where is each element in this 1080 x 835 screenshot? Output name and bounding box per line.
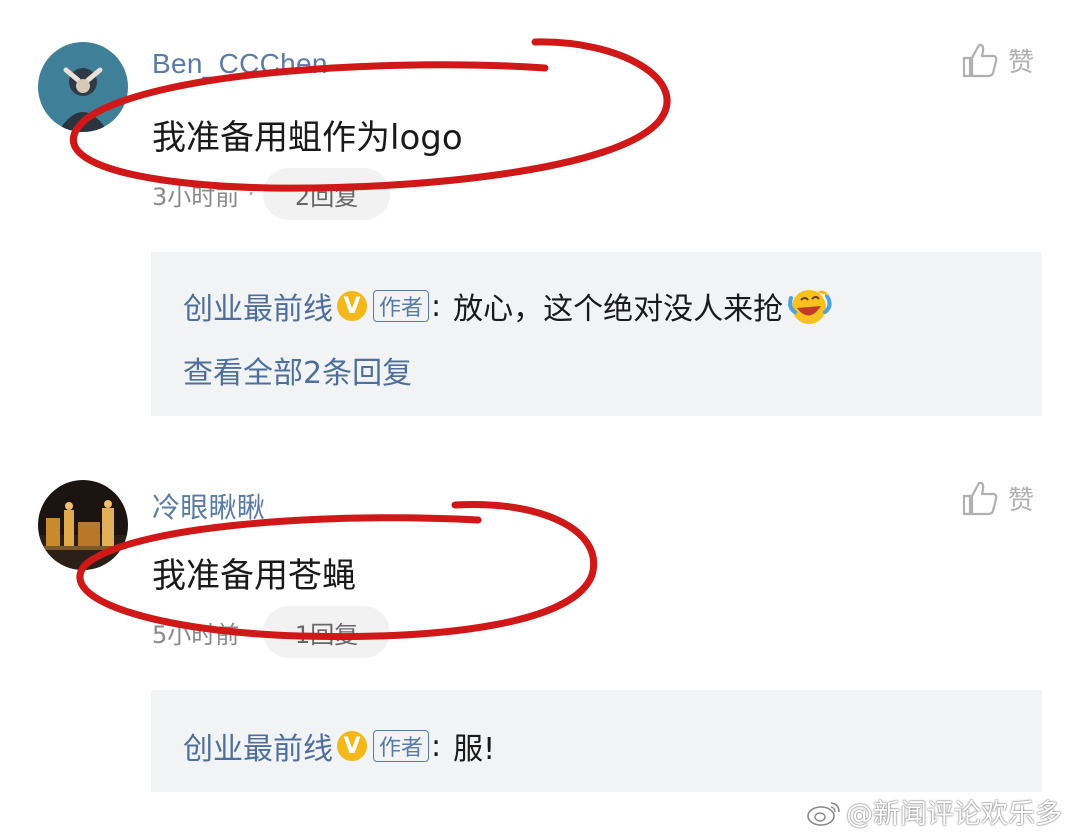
watermark-text: @新闻评论欢乐多 — [846, 799, 1062, 830]
reply-item: 创业最前线 V 作者 : 服! — [183, 724, 495, 768]
timestamp: 5小时前 — [152, 620, 240, 649]
avatar[interactable] — [38, 42, 128, 132]
timestamp: 3小时前 — [152, 182, 240, 211]
verified-badge-icon: V — [337, 731, 367, 761]
author-tag: 作者 — [373, 730, 430, 762]
like-label: 赞 — [1008, 485, 1035, 516]
reply-count-button[interactable]: 1回复 — [262, 606, 391, 658]
reply-item: 创业最前线 V 作者 : 放心，这个绝对没人来抢 — [183, 284, 833, 328]
reply-box: 创业最前线 V 作者 : 服! — [151, 690, 1042, 792]
view-all-replies-link[interactable]: 查看全部2条回复 — [183, 348, 412, 392]
like-label: 赞 — [1008, 47, 1035, 78]
separator: · — [247, 180, 255, 208]
thumbs-up-icon — [962, 481, 998, 516]
username[interactable]: Ben_CCChen — [152, 48, 328, 80]
reply-count-button[interactable]: 2回复 — [262, 168, 391, 220]
reply-author[interactable]: 创业最前线 — [183, 724, 333, 768]
verified-badge-icon: V — [337, 291, 367, 321]
username[interactable]: 冷眼瞅瞅 — [152, 486, 265, 526]
avatar[interactable] — [38, 480, 128, 570]
author-tag: 作者 — [373, 290, 430, 322]
weibo-logo-icon — [807, 801, 840, 826]
reply-box: 创业最前线 V 作者 : 放心，这个绝对没人来抢 查看全部2条回复 — [151, 252, 1042, 416]
comment-text: 我准备用蛆作为logo — [152, 118, 463, 158]
reply-text: 放心，这个绝对没人来抢 — [453, 292, 784, 327]
reply-colon: : — [431, 288, 442, 324]
comment-meta: 3小时前 · 2回复 — [152, 168, 391, 220]
laughing-crying-emoji-icon — [788, 290, 832, 324]
comment-text: 我准备用苍蝇 — [152, 556, 356, 596]
comment-meta: 5小时前 · 1回复 — [152, 606, 391, 658]
reply-colon: : — [431, 728, 442, 764]
reply-author[interactable]: 创业最前线 — [183, 284, 333, 328]
like-button[interactable]: 赞 — [960, 478, 1034, 518]
reply-text: 服! — [453, 732, 496, 767]
thumbs-up-icon — [962, 43, 998, 78]
separator: · — [247, 618, 255, 646]
watermark: @新闻评论欢乐多 — [806, 792, 1062, 831]
like-button[interactable]: 赞 — [960, 40, 1034, 80]
